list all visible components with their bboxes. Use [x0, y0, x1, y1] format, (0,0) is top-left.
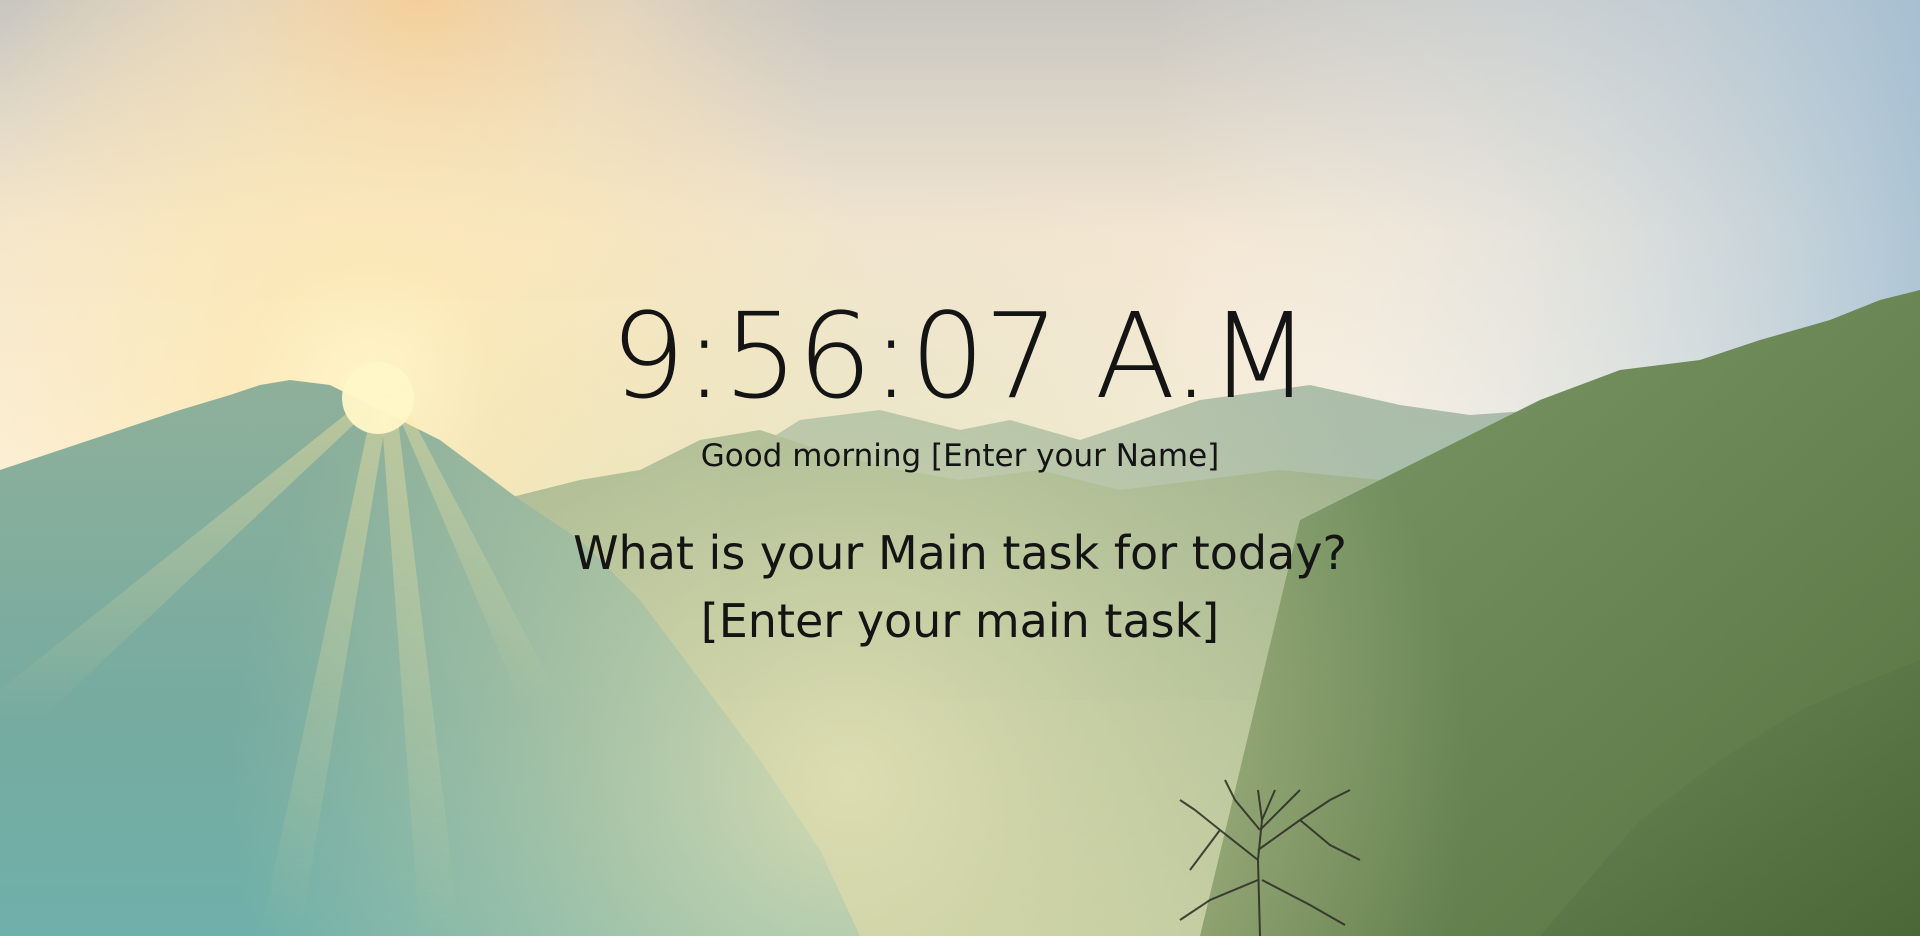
dashboard-content: 9:56:07 A.M Good morning [Enter your Nam…: [0, 0, 1920, 936]
clock-display: 9:56:07 A.M: [610, 287, 1310, 425]
greeting-prefix: Good morning: [700, 438, 922, 474]
main-task-input[interactable]: [Enter your main task]: [0, 592, 1920, 650]
greeting: Good morning [Enter your Name]: [0, 436, 1920, 476]
name-input[interactable]: [Enter your Name]: [931, 438, 1219, 474]
main-task-question: What is your Main task for today?: [573, 526, 1347, 580]
